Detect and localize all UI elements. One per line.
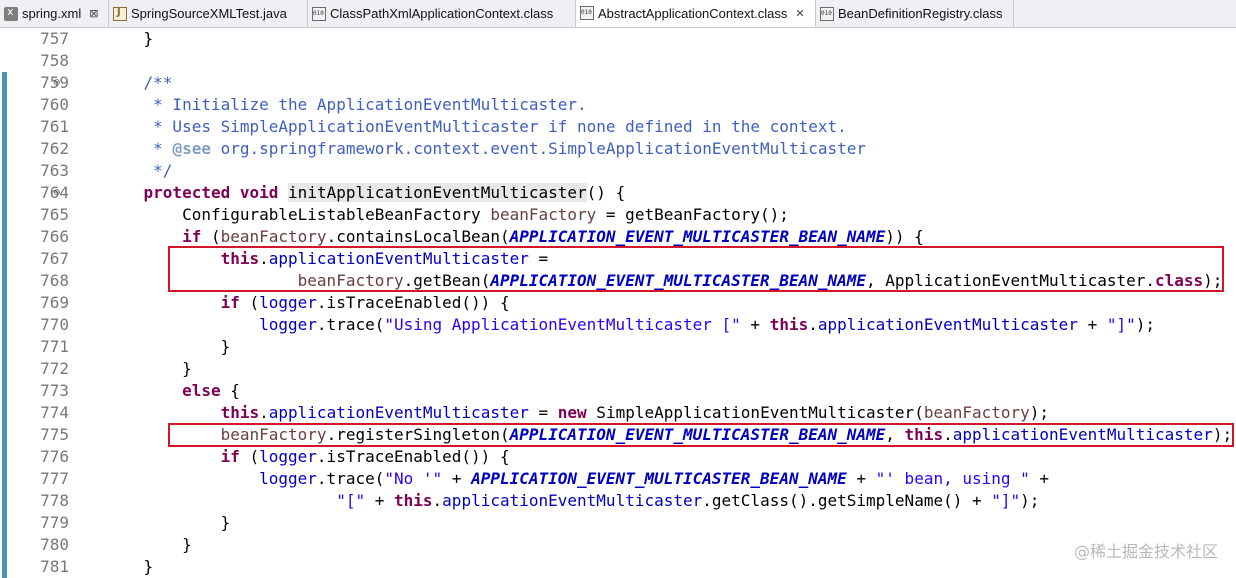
line-number: 781 — [40, 557, 69, 576]
collapse-icon[interactable]: ⊖ — [53, 72, 61, 94]
tab-springsourcexmltest[interactable]: SpringSourceXMLTest.java — [109, 0, 308, 27]
line-number: 769 — [40, 293, 69, 312]
change-indicator-bar — [2, 72, 7, 578]
line-number: 762 — [40, 139, 69, 158]
line-number: 771 — [40, 337, 69, 356]
tab-label: AbstractApplicationContext.class — [598, 5, 788, 21]
line-number: 772 — [40, 359, 69, 378]
tab-label: BeanDefinitionRegistry.class — [838, 6, 1003, 21]
line-number: 758 — [40, 51, 69, 70]
line-number: 766 — [40, 227, 69, 246]
tab-beandefinitionregistry[interactable]: BeanDefinitionRegistry.class — [816, 0, 1014, 27]
tab-spring-xml[interactable]: spring.xml ⊠ — [0, 0, 109, 27]
method-name: initApplicationEventMulticaster — [288, 183, 587, 202]
line-number: 779 — [40, 513, 69, 532]
code-editor[interactable]: 757 } 758 759 ⊖ /** 760 * Initialize the … — [15, 28, 1236, 578]
highlight-box-getbean — [168, 246, 1224, 292]
line-number: 767 — [40, 249, 69, 268]
java-file-icon — [113, 6, 127, 21]
close-icon[interactable]: ✕ — [795, 7, 804, 20]
tab-label: SpringSourceXMLTest.java — [131, 6, 287, 21]
line-number: 757 — [40, 29, 69, 48]
watermark: @稀土掘金技术社区 — [1073, 542, 1218, 561]
class-file-icon — [312, 6, 326, 21]
xml-file-icon — [4, 5, 18, 21]
line-number: 775 — [40, 425, 69, 444]
line-number: 763 — [40, 161, 69, 180]
highlight-box-registersingleton — [168, 423, 1234, 447]
line-number: 773 — [40, 381, 69, 400]
line-number: 760 — [40, 95, 69, 114]
line-number: 780 — [40, 535, 69, 554]
tab-classpathxmlapplicationcontext[interactable]: ClassPathXmlApplicationContext.class — [308, 0, 576, 27]
line-number: 764 — [40, 183, 69, 202]
class-file-icon — [820, 6, 834, 21]
close-icon[interactable]: ⊠ — [89, 7, 98, 20]
tab-label: spring.xml — [22, 6, 82, 21]
collapse-icon[interactable]: ⊖ — [53, 182, 61, 204]
line-number: 777 — [40, 469, 69, 488]
line-number: 765 — [40, 205, 69, 224]
line-number: 776 — [40, 447, 69, 466]
line-number: 759 — [40, 73, 69, 92]
line-number: 761 — [40, 117, 69, 136]
class-file-icon — [580, 6, 594, 20]
line-number: 768 — [40, 271, 69, 290]
tab-abstractapplicationcontext[interactable]: AbstractApplicationContext.class ✕ — [576, 0, 816, 27]
editor-tab-bar: spring.xml ⊠ SpringSourceXMLTest.java Cl… — [0, 0, 1236, 28]
tab-label: ClassPathXmlApplicationContext.class — [330, 6, 554, 21]
line-number: 774 — [40, 403, 69, 422]
line-number: 778 — [40, 491, 69, 510]
line-number: 770 — [40, 315, 69, 334]
